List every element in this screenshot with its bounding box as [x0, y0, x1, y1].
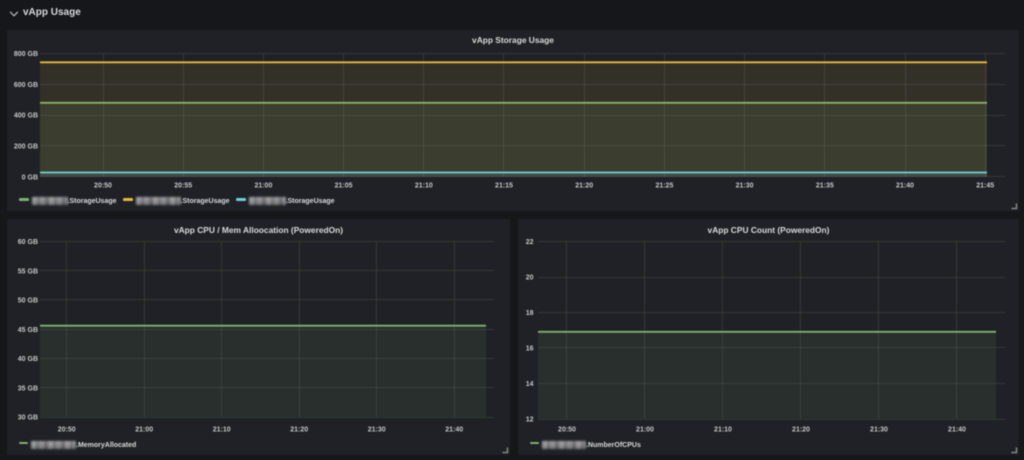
svg-text:21:35: 21:35 [816, 183, 834, 190]
svg-text:21:20: 21:20 [575, 183, 593, 190]
svg-text:21:10: 21:10 [714, 427, 732, 434]
svg-text:21:30: 21:30 [870, 427, 888, 434]
svg-text:21:25: 21:25 [655, 183, 673, 190]
svg-text:14: 14 [526, 381, 534, 388]
svg-text:200 GB: 200 GB [14, 144, 38, 151]
svg-text:21:15: 21:15 [495, 183, 513, 190]
svg-text:22: 22 [526, 239, 534, 246]
svg-text:21:45: 21:45 [976, 183, 994, 190]
svg-text:600 GB: 600 GB [14, 82, 38, 89]
svg-text:21:00: 21:00 [135, 427, 153, 434]
svg-text:20:50: 20:50 [94, 183, 112, 190]
svg-text:35 GB: 35 GB [18, 385, 38, 392]
svg-text:21:40: 21:40 [445, 427, 463, 434]
svg-text:21:40: 21:40 [948, 427, 966, 434]
svg-text:55 GB: 55 GB [18, 268, 38, 275]
svg-text:21:20: 21:20 [792, 427, 810, 434]
svg-text:21:40: 21:40 [896, 183, 914, 190]
svg-text:60 GB: 60 GB [18, 239, 38, 246]
svg-text:21:10: 21:10 [415, 183, 433, 190]
svg-text:40 GB: 40 GB [18, 356, 38, 363]
svg-text:45 GB: 45 GB [18, 327, 38, 334]
svg-text:0 GB: 0 GB [22, 174, 38, 181]
svg-text:12: 12 [526, 417, 534, 424]
svg-text:21:00: 21:00 [636, 427, 654, 434]
svg-text:21:30: 21:30 [736, 183, 754, 190]
svg-text:21:00: 21:00 [254, 183, 272, 190]
svg-text:21:05: 21:05 [335, 183, 353, 190]
svg-text:30 GB: 30 GB [18, 415, 38, 422]
svg-text:18: 18 [526, 310, 534, 317]
svg-text:20:55: 20:55 [174, 183, 192, 190]
svg-text:50 GB: 50 GB [18, 298, 38, 305]
svg-text:21:30: 21:30 [368, 427, 386, 434]
svg-text:21:10: 21:10 [213, 427, 231, 434]
svg-text:20:50: 20:50 [58, 427, 76, 434]
svg-text:20:50: 20:50 [558, 427, 576, 434]
svg-text:16: 16 [526, 346, 534, 353]
svg-text:20: 20 [526, 275, 534, 282]
svg-text:800 GB: 800 GB [14, 51, 38, 58]
svg-text:21:20: 21:20 [290, 427, 308, 434]
svg-text:400 GB: 400 GB [14, 113, 38, 120]
